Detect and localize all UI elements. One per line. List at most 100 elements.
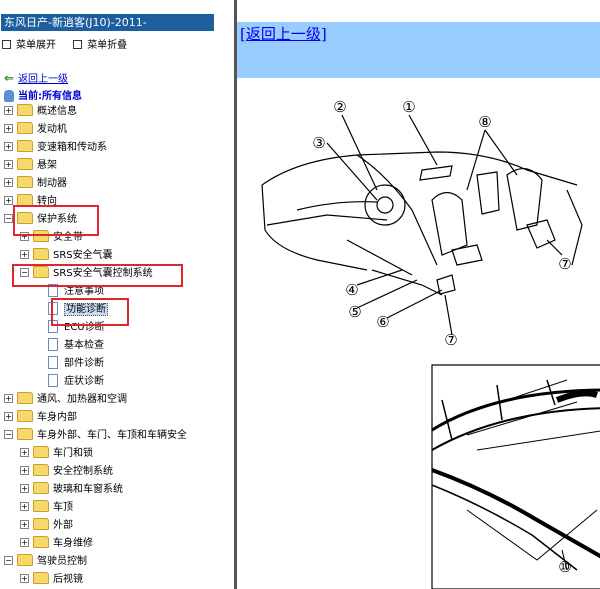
folder-icon xyxy=(17,554,33,566)
highlight-box xyxy=(13,205,99,236)
expand-node-icon[interactable]: + xyxy=(4,177,13,187)
expand-menu-label: 菜单展开 xyxy=(16,40,56,51)
tree-item-label: 后视镜 xyxy=(53,574,83,585)
menu-toolbar: 菜单展开 菜单折叠 xyxy=(2,36,141,52)
tree-item-label: 车身外部、车门、车顶和车辆安全 xyxy=(37,430,187,441)
tree-item-label: 车门和锁 xyxy=(53,448,93,459)
tree-item-label: 发动机 xyxy=(37,124,67,135)
collapse-node-icon[interactable]: − xyxy=(4,213,13,223)
collapse-node-icon[interactable]: − xyxy=(4,429,13,439)
tree-folder-item[interactable]: + 概述信息 xyxy=(4,104,77,120)
folder-icon xyxy=(33,446,49,458)
callout-10: ⑩ xyxy=(558,558,571,576)
callout-2: ② xyxy=(333,98,346,116)
expand-node-icon[interactable]: + xyxy=(4,123,13,133)
tree-item-label: 概述信息 xyxy=(37,106,77,117)
expand-node-icon[interactable]: + xyxy=(4,159,13,169)
expand-node-icon[interactable]: + xyxy=(20,249,29,259)
expand-node-icon[interactable]: + xyxy=(20,501,29,511)
tree-folder-item[interactable]: + 发动机 xyxy=(4,122,67,138)
collapse-icon xyxy=(73,39,83,49)
tree-item-label: SRS安全气囊 xyxy=(53,250,113,261)
tree-item-label: 车身内部 xyxy=(37,412,77,423)
tree-folder-item[interactable]: − 车身外部、车门、车顶和车辆安全 xyxy=(4,428,187,444)
content-back-link[interactable]: [返回上一级] xyxy=(240,23,327,44)
tree-leaf-item[interactable]: 基本检查 xyxy=(36,337,104,354)
pane-splitter[interactable] xyxy=(216,0,234,589)
callout-1: ① xyxy=(402,98,415,116)
tree-folder-item[interactable]: + 悬架 xyxy=(4,158,57,174)
tree-item-label: 驾驶员控制 xyxy=(37,556,87,567)
folder-icon xyxy=(17,428,33,440)
expand-node-icon[interactable]: + xyxy=(20,519,29,529)
expand-node-icon[interactable]: + xyxy=(4,141,13,151)
tree-folder-item[interactable]: + 车身维修 xyxy=(20,536,93,552)
expand-node-icon[interactable]: + xyxy=(20,483,29,493)
tree-folder-item[interactable]: + 安全控制系统 xyxy=(20,464,113,480)
callout-3: ③ xyxy=(312,134,325,152)
highlight-box xyxy=(12,264,183,287)
expand-node-icon[interactable]: + xyxy=(20,537,29,547)
collapse-node-icon[interactable]: − xyxy=(4,555,13,565)
back-link-label: 返回上一级 xyxy=(18,74,69,85)
folder-icon xyxy=(17,122,33,134)
tree-item-label: 车身维修 xyxy=(53,538,93,549)
content-pane: [返回上一级] ① ② ③ ④ ⑤ ⑥ ⑦ ⑦ ⑧ ⑩ xyxy=(234,0,600,589)
tree-item-label: 制动器 xyxy=(37,178,67,189)
folder-icon xyxy=(33,464,49,476)
folder-icon xyxy=(33,536,49,548)
folder-icon xyxy=(17,176,33,188)
folder-icon xyxy=(17,158,33,170)
tree-item-label: 注意事项 xyxy=(64,286,104,297)
expand-node-icon[interactable]: + xyxy=(4,105,13,115)
collapse-menu-label: 菜单折叠 xyxy=(87,40,128,51)
folder-icon xyxy=(17,104,33,116)
tree-folder-item[interactable]: + 通风、加热器和空调 xyxy=(4,392,127,408)
tree-item-label: 悬架 xyxy=(37,160,57,171)
tree-item-label: 基本检查 xyxy=(64,340,104,351)
tree-item-label: 外部 xyxy=(53,520,73,531)
tree-item-label: 通风、加热器和空调 xyxy=(37,394,127,405)
tree-folder-item[interactable]: − 驾驶员控制 xyxy=(4,554,87,570)
callout-8: ⑧ xyxy=(478,113,491,131)
document-icon xyxy=(48,373,58,387)
tree-item-label: 变速箱和传动系 xyxy=(37,142,107,153)
manual-title: 东风日产-新逍客(J10)-2011- xyxy=(1,14,214,31)
expand-icon xyxy=(2,39,11,49)
folder-icon xyxy=(17,392,33,404)
tree-folder-item[interactable]: + 玻璃和车窗系统 xyxy=(20,482,123,498)
expand-node-icon[interactable]: + xyxy=(4,411,13,421)
folder-icon xyxy=(33,500,49,512)
expand-node-icon[interactable]: + xyxy=(20,447,29,457)
srs-component-location-diagram: ① ② ③ ④ ⑤ ⑥ ⑦ ⑦ ⑧ ⑩ xyxy=(261,98,600,589)
folder-icon xyxy=(33,248,49,260)
tree-folder-item[interactable]: + 外部 xyxy=(20,518,73,534)
document-icon xyxy=(48,337,58,351)
tree-folder-item[interactable]: + SRS安全气囊 xyxy=(20,248,113,264)
callout-7b: ⑦ xyxy=(444,331,457,349)
tree-folder-item[interactable]: + 车顶 xyxy=(20,500,73,516)
tree-folder-item[interactable]: + 后视镜 xyxy=(20,572,83,588)
folder-icon xyxy=(33,572,49,584)
back-to-parent-link[interactable]: ⇐ 返回上一级 xyxy=(4,70,68,85)
tree-item-label: 安全控制系统 xyxy=(53,466,113,477)
tree-folder-item[interactable]: + 制动器 xyxy=(4,176,67,192)
callout-4: ④ xyxy=(345,281,358,299)
expand-node-icon[interactable]: + xyxy=(20,465,29,475)
tree-item-label: 症状诊断 xyxy=(64,376,104,387)
tree-folder-item[interactable]: + 车门和锁 xyxy=(20,446,93,462)
tree-folder-item[interactable]: + 车身内部 xyxy=(4,410,77,426)
tree-folder-item[interactable]: + 变速箱和传动系 xyxy=(4,140,107,156)
expand-node-icon[interactable]: + xyxy=(4,393,13,403)
back-arrow-icon: ⇐ xyxy=(4,71,15,85)
expand-menu-button[interactable]: 菜单展开 xyxy=(2,36,56,51)
navigation-tree-pane: 东风日产-新逍客(J10)-2011- 菜单展开 菜单折叠 ⇐ 返回上一级 当前:… xyxy=(0,0,217,589)
callout-6: ⑥ xyxy=(376,313,389,331)
tree-leaf-item[interactable]: 部件诊断 xyxy=(36,355,104,372)
tree-leaf-item[interactable]: 症状诊断 xyxy=(36,373,104,390)
collapse-menu-button[interactable]: 菜单折叠 xyxy=(73,36,127,51)
expand-node-icon[interactable]: + xyxy=(20,573,29,583)
expand-node-icon[interactable]: + xyxy=(4,195,13,205)
callout-5: ⑤ xyxy=(348,303,361,321)
info-icon xyxy=(4,90,14,102)
